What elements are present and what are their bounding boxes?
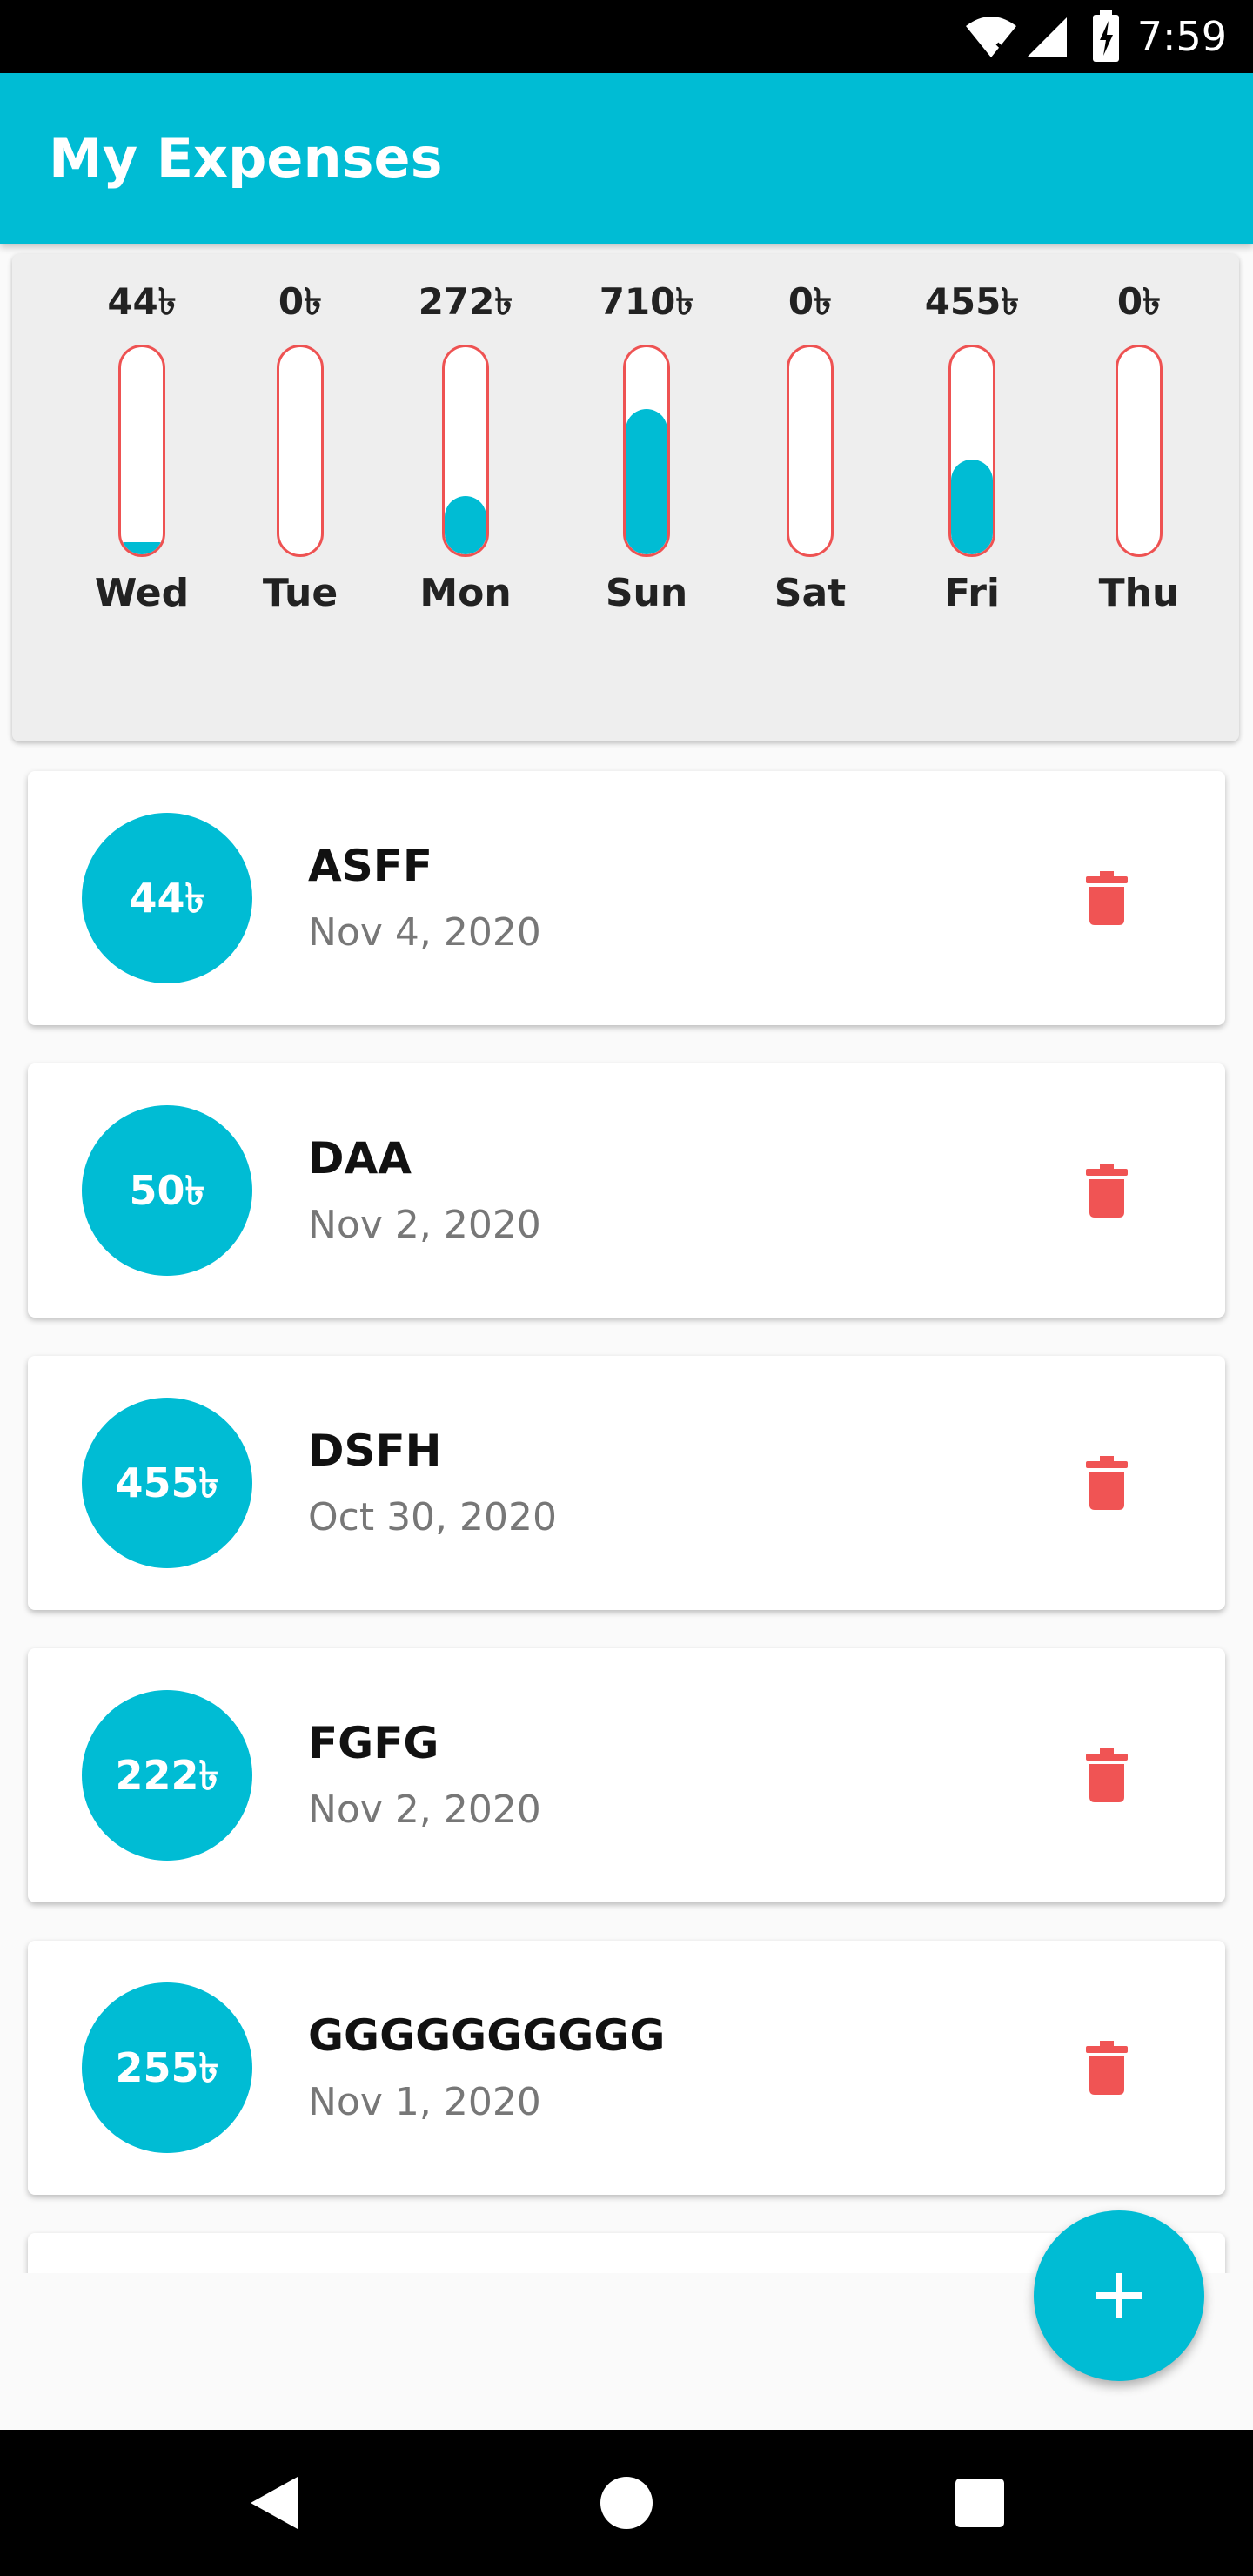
expense-title: ASFF: [308, 841, 433, 891]
expense-list-item[interactable]: 44৳ ASFF Nov 4, 2020: [28, 771, 1225, 1025]
bar-day-label: Sat: [774, 571, 847, 615]
trash-icon: [1086, 2041, 1128, 2095]
delete-button[interactable]: [1072, 2033, 1142, 2103]
wifi-icon: [966, 17, 1016, 57]
bar-fill: [445, 496, 486, 554]
bar-fill: [626, 409, 667, 554]
bar-fill: [951, 460, 993, 554]
plus-icon: [1096, 2273, 1142, 2318]
amount-badge: 255৳: [82, 1982, 252, 2153]
bar-track: [787, 345, 834, 557]
recents-icon[interactable]: [955, 2479, 1004, 2527]
trash-icon: [1086, 1456, 1128, 1510]
bar-day-label: Thu: [1098, 571, 1180, 615]
bar-day-label: Wed: [94, 571, 190, 615]
expense-date: Nov 2, 2020: [308, 1203, 541, 1247]
status-bar: 7:59: [0, 0, 1253, 73]
expense-date: Nov 2, 2020: [308, 1788, 541, 1832]
bar-track: [277, 345, 324, 557]
delete-button[interactable]: [1072, 1741, 1142, 1810]
expense-title: FGFG: [308, 1718, 439, 1768]
expense-title: GGGGGGGGGG: [308, 2010, 666, 2061]
app-bar: My Expenses: [0, 73, 1253, 244]
delete-button[interactable]: [1072, 1448, 1142, 1518]
battery-charging-icon: [1093, 10, 1119, 62]
bar-amount: 0৳: [787, 280, 833, 323]
expense-list-item[interactable]: 222৳ FGFG Nov 2, 2020: [28, 1648, 1225, 1902]
bar-amount: 0৳: [1116, 280, 1162, 323]
bar-track: [442, 345, 489, 557]
add-expense-button[interactable]: [1034, 2210, 1204, 2381]
amount-badge: 455৳: [82, 1398, 252, 1568]
amount-badge: 222৳: [82, 1690, 252, 1861]
delete-button[interactable]: [1072, 863, 1142, 933]
bar-amount: 710৳: [599, 280, 694, 323]
bar-amount: 44৳: [107, 280, 177, 323]
expense-list-item[interactable]: 255৳ GGGGGGGGGG Nov 1, 2020: [28, 1941, 1225, 2195]
expense-title: DSFH: [308, 1426, 442, 1476]
bar-amount: 0৳: [278, 280, 323, 323]
bar-fill: [121, 542, 163, 554]
signal-icon: [1027, 17, 1067, 57]
delete-button[interactable]: [1072, 1156, 1142, 1225]
bar-amount: 272৳: [418, 280, 513, 323]
bar-day-label: Tue: [262, 571, 338, 615]
bar-track: [1116, 345, 1163, 557]
back-icon[interactable]: [249, 2475, 299, 2531]
expense-list[interactable]: 44৳ ASFF Nov 4, 2020 50৳ DAA Nov 2, 2020…: [0, 766, 1253, 2273]
home-icon[interactable]: [600, 2477, 653, 2529]
status-time: 7:59: [1136, 13, 1227, 60]
expense-title: DAA: [308, 1133, 412, 1184]
expense-list-item[interactable]: 455৳ DSFH Oct 30, 2020: [28, 1356, 1225, 1610]
expense-date: Nov 4, 2020: [308, 910, 541, 955]
bar-day-label: Sun: [605, 571, 688, 615]
amount-badge: 44৳: [82, 813, 252, 983]
expense-date: Oct 30, 2020: [308, 1495, 557, 1540]
bar-track: [118, 345, 165, 557]
bar-day-label: Fri: [943, 571, 1001, 615]
trash-icon: [1086, 1748, 1128, 1802]
app-title: My Expenses: [49, 126, 443, 190]
trash-icon: [1086, 871, 1128, 925]
bar-amount: 455৳: [924, 280, 1020, 323]
bar-track: [623, 345, 670, 557]
bar-day-label: Mon: [419, 571, 512, 615]
weekly-chart-card: 44৳ Wed 0৳ Tue 272৳ Mon 710৳ Sun 0৳ Sat …: [12, 254, 1239, 741]
expense-list-item[interactable]: 50৳ DAA Nov 2, 2020: [28, 1063, 1225, 1318]
expense-date: Nov 1, 2020: [308, 2080, 541, 2124]
bar-track: [948, 345, 995, 557]
trash-icon: [1086, 1164, 1128, 1218]
amount-badge: 50৳: [82, 1105, 252, 1276]
system-nav-bar: [0, 2430, 1253, 2576]
